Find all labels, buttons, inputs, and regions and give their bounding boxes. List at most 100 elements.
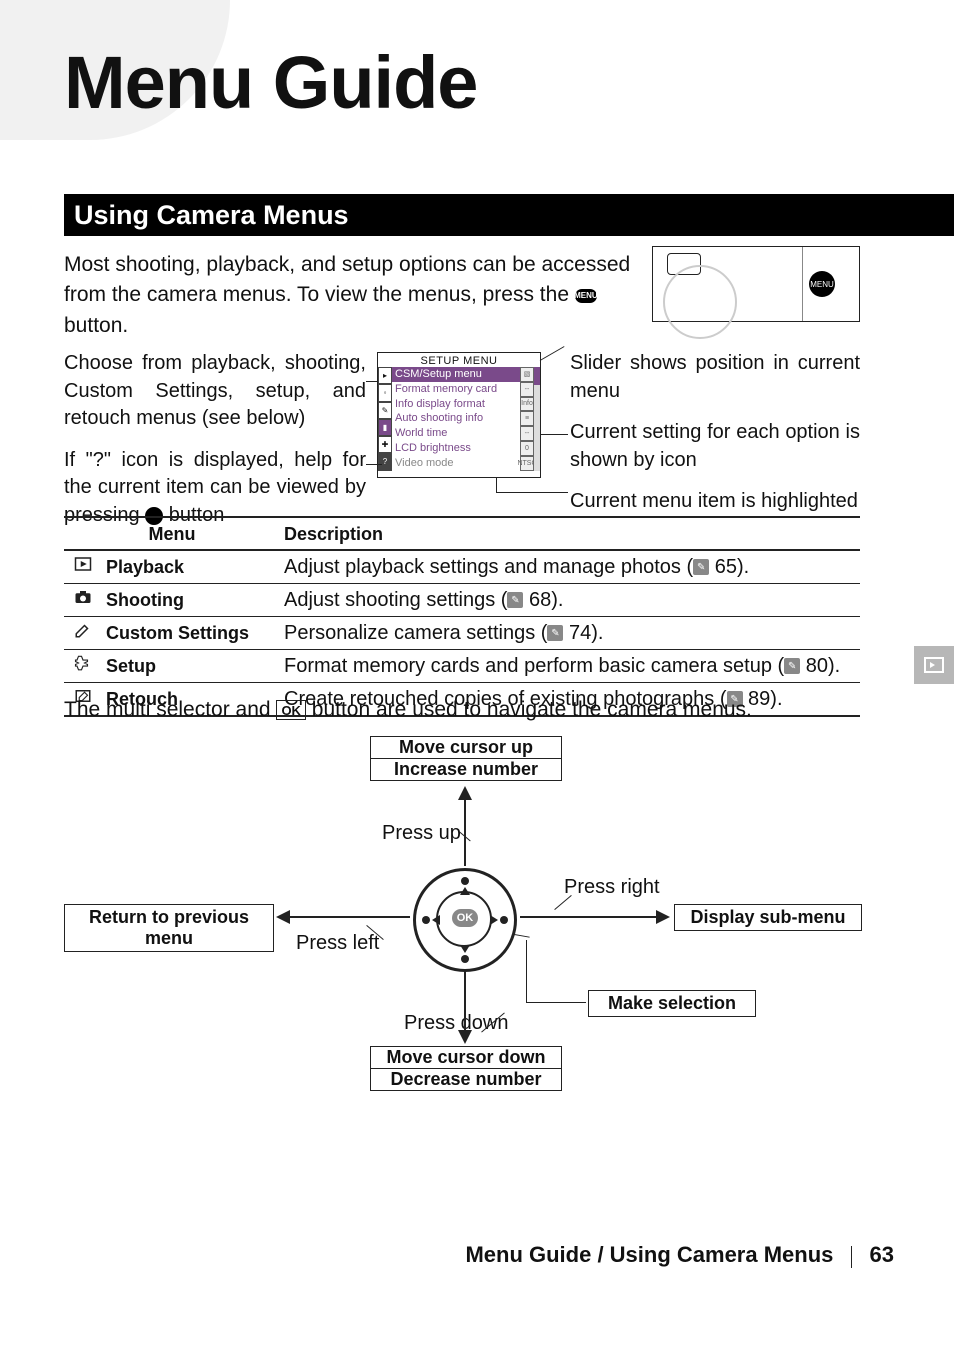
callout-slider: Slider shows position in current menu — [570, 350, 860, 405]
section-heading: Using Camera Menus — [64, 194, 954, 236]
label-press-right: Press right — [564, 876, 660, 899]
leader-line — [496, 478, 497, 492]
menu-item: Auto shooting info — [392, 411, 520, 426]
intro-text: Most shooting, playback, and setup optio… — [64, 250, 640, 341]
menu-value-icon: Info — [520, 397, 534, 412]
label-display-submenu: Display sub-menu — [690, 907, 845, 927]
th-menu: Menu — [64, 517, 280, 550]
leader-line — [526, 940, 527, 1002]
menu-tabs-strip: ▸ ◦ ✎ ▮ ✚ ? — [378, 367, 392, 471]
menu-button-icon: MENU — [575, 289, 597, 303]
label-increase-number: Increase number — [371, 758, 561, 780]
menu-description: Format memory cards and perform basic ca… — [280, 650, 860, 683]
menu-description-table: Menu Description PlaybackAdjust playback… — [64, 516, 860, 717]
leader-line — [540, 434, 568, 435]
th-description: Description — [280, 517, 860, 550]
page-ref-icon: ✎ — [547, 625, 563, 641]
page-footer: Menu Guide / Using Camera Menus 63 — [0, 1242, 894, 1268]
leader-line — [540, 346, 565, 361]
shooting-icon — [64, 584, 102, 617]
tab-shooting-icon: ◦ — [378, 384, 392, 401]
tab-custom-icon: ✎ — [378, 402, 392, 419]
menu-name: Playback — [102, 550, 280, 584]
menu-item: CSM/Setup menu — [392, 367, 520, 382]
playback-icon — [64, 550, 102, 584]
page-title: Menu Guide — [64, 40, 477, 125]
arrow-up-icon — [464, 788, 466, 866]
callout-setting-icon: Current setting for each option is shown… — [570, 419, 860, 474]
left-callouts: Choose from playback, shooting, Custom S… — [64, 350, 366, 544]
page-number: 63 — [870, 1242, 894, 1267]
custom-icon — [64, 617, 102, 650]
table-row: ShootingAdjust shooting settings (✎ 68). — [64, 584, 860, 617]
footer-breadcrumb: Menu Guide / Using Camera Menus — [465, 1242, 833, 1267]
box-up: Move cursor up Increase number — [370, 736, 562, 781]
label-make-selection: Make selection — [608, 993, 736, 1013]
arrow-left-icon — [278, 916, 410, 918]
right-callouts: Slider shows position in current menu Cu… — [570, 350, 860, 530]
menu-name: Custom Settings — [102, 617, 280, 650]
menu-value-icons: ▧--Info≡--0NTSC — [520, 367, 534, 471]
leader-line — [554, 895, 571, 910]
intro-part-b: button. — [64, 314, 128, 337]
leader-line — [496, 492, 568, 493]
multi-selector-icon: OK — [413, 868, 517, 972]
page-ref-icon: ✎ — [693, 559, 709, 575]
table-row: PlaybackAdjust playback settings and man… — [64, 550, 860, 584]
menu-item: Format memory card — [392, 382, 520, 397]
page-ref-icon: ✎ — [784, 658, 800, 674]
menu-item: LCD brightness — [392, 441, 520, 456]
multi-selector-diagram: Move cursor up Increase number Move curs… — [64, 736, 860, 1098]
menu-value-icon: NTSC — [520, 456, 534, 471]
setup-icon — [64, 650, 102, 683]
arrow-down-icon — [464, 970, 466, 1042]
screen-title: SETUP MENU — [378, 353, 540, 367]
ok-center-icon: OK — [452, 909, 478, 927]
menu-description: Personalize camera settings (✎ 74). — [280, 617, 860, 650]
label-move-cursor-up: Move cursor up — [399, 737, 533, 757]
leader-line — [366, 464, 382, 465]
selector-intro: The multi selector and OK button are use… — [64, 698, 752, 722]
menu-item: Info display format — [392, 397, 520, 412]
menu-item: Video mode — [392, 456, 520, 471]
camera-menu-button-icon: MENU — [809, 271, 835, 297]
tab-retouch-icon: ✚ — [378, 436, 392, 453]
ok-button-chip-icon: OK — [276, 700, 306, 720]
tab-playback-icon: ▸ — [378, 367, 392, 384]
page-ref-icon: ✎ — [507, 592, 523, 608]
menu-value-icon: -- — [520, 426, 534, 441]
table-row: SetupFormat memory cards and perform bas… — [64, 650, 860, 683]
leader-line — [526, 1002, 586, 1003]
selector-intro-b: button are used to navigate the camera m… — [312, 698, 752, 721]
menu-scrollbar — [534, 367, 540, 471]
box-left: Return to previous menu — [64, 904, 274, 952]
menu-value-icon: 0 — [520, 441, 534, 456]
intro-part-a: Most shooting, playback, and setup optio… — [64, 253, 630, 306]
camera-illustration: MENU — [652, 246, 860, 322]
tab-help-icon: ? — [378, 453, 392, 470]
menu-value-icon: ▧ — [520, 367, 534, 382]
table-row: Custom SettingsPersonalize camera settin… — [64, 617, 860, 650]
menu-item: World time — [392, 426, 520, 441]
menu-name: Setup — [102, 650, 280, 683]
arrow-right-icon — [520, 916, 668, 918]
label-press-down: Press down — [404, 1012, 509, 1035]
tab-setup-icon: ▮ — [378, 419, 392, 436]
menu-name: Shooting — [102, 584, 280, 617]
menu-value-icon: ≡ — [520, 411, 534, 426]
box-right: Display sub-menu — [674, 904, 862, 931]
box-down: Move cursor down Decrease number — [370, 1046, 562, 1091]
menu-value-icon: -- — [520, 382, 534, 397]
menu-description: Adjust playback settings and manage phot… — [280, 550, 860, 584]
callout-highlight: Current menu item is highlighted — [570, 488, 860, 516]
thumb-tab-playback-icon — [914, 646, 954, 684]
leader-line — [366, 381, 378, 382]
callout-menus: Choose from playback, shooting, Custom S… — [64, 350, 366, 433]
label-press-up: Press up — [382, 822, 461, 845]
setup-menu-screenshot: SETUP MENU ▸ ◦ ✎ ▮ ✚ ? CSM/Setup menuFor… — [377, 352, 541, 478]
selector-intro-a: The multi selector and — [64, 698, 276, 721]
label-decrease-number: Decrease number — [371, 1068, 561, 1090]
label-press-left: Press left — [296, 932, 379, 955]
menu-description: Adjust shooting settings (✎ 68). — [280, 584, 860, 617]
label-move-cursor-down: Move cursor down — [386, 1047, 545, 1067]
